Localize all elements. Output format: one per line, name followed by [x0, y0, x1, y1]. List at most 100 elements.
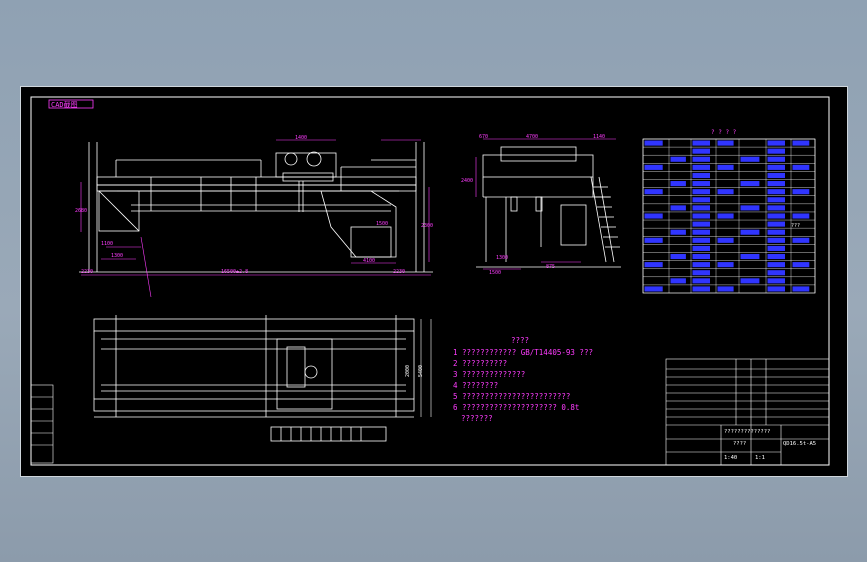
table-cell-fill [767, 229, 785, 235]
table-cell-fill [767, 221, 785, 227]
table-cell-fill [717, 213, 734, 219]
table-cell-fill [740, 205, 760, 211]
table-cell-fill [792, 237, 810, 243]
table-cell-fill [692, 197, 710, 203]
dim-label: 875 [546, 264, 555, 270]
table-cell-fill [717, 237, 734, 243]
dim-label: 2400 [461, 178, 473, 184]
table-cell-fill [792, 140, 810, 146]
table-cell-fill [717, 262, 734, 268]
table-cell-fill [692, 189, 710, 195]
table-cell-fill [767, 245, 785, 251]
table-cell-fill [692, 164, 710, 170]
title-sheet: 1:1 [755, 455, 765, 461]
dim-label: 1140 [593, 134, 605, 140]
table-cell-fill [767, 189, 785, 195]
table-cell-fill [740, 229, 760, 235]
table-cell-fill [644, 140, 663, 146]
table-cell-fill [767, 237, 785, 243]
table-cell-fill [644, 237, 663, 243]
table-cell-fill [692, 221, 710, 227]
table-cell-fill [644, 213, 663, 219]
table-cell-fill [670, 205, 686, 211]
table-cell-fill [717, 189, 734, 195]
technical-spec-table [642, 138, 816, 294]
cad-drawing: CAD截图 1400 16500±2.8 2230 2230 1500 4100… [30, 96, 830, 466]
table-cell-fill [644, 189, 663, 195]
table-cell-fill [670, 229, 686, 235]
table-cell-fill [644, 286, 663, 292]
table-cell-fill [692, 262, 710, 268]
table-cell-fill [792, 262, 810, 268]
table-cell-fill [692, 270, 710, 276]
title-part-no: ???? [733, 441, 746, 447]
table-cell-fill [692, 229, 710, 235]
table-cell-fill [692, 286, 710, 292]
table-note: ??? [791, 223, 800, 229]
table-cell-fill [767, 205, 785, 211]
table-cell-fill [692, 213, 710, 219]
dim-label: 2000 [405, 365, 411, 377]
table-cell-fill [644, 164, 663, 170]
dim-label: 2230 [81, 269, 93, 275]
table-cell-fill [767, 172, 785, 179]
side-elevation-view [476, 146, 621, 268]
table-cell-fill [717, 140, 734, 146]
table-cell-fill [792, 164, 810, 170]
table-cell-fill [767, 213, 785, 219]
table-cell-fill [792, 286, 810, 292]
note-line: 4 ???????? [453, 381, 498, 390]
drawing-sheet: CAD截图 1400 16500±2.8 2230 2230 1500 4100… [20, 86, 848, 477]
table-cell-fill [740, 278, 760, 284]
dim-label: 1500 [489, 270, 501, 276]
dim-label: 1300 [496, 255, 508, 261]
table-cell-fill [767, 156, 785, 162]
dim-label: 4100 [363, 258, 375, 264]
table-cell-fill [644, 262, 663, 268]
notes-title: ???? [511, 336, 529, 345]
plan-view [93, 315, 415, 442]
table-cell-fill [670, 181, 686, 187]
dim-label: 16500±2.8 [221, 269, 248, 275]
dim-label: 4700 [526, 134, 538, 140]
table-cell-fill [792, 213, 810, 219]
header-label: CAD截图 [51, 100, 78, 109]
note-line: 2 ?????????? [453, 359, 507, 368]
dim-label: 1400 [295, 135, 307, 141]
dim-label: 5400 [418, 365, 424, 377]
dim-label: 1100 [101, 241, 113, 247]
title-model: QD16.5t-A5 [783, 441, 816, 447]
table-cell-fill [767, 148, 785, 154]
table-cell-fill [692, 278, 710, 284]
table-cell-fill [767, 181, 785, 187]
dim-label: 1300 [111, 253, 123, 259]
table-cell-fill [792, 189, 810, 195]
title-scale: 1:40 [724, 455, 737, 461]
table-cell-fill [767, 278, 785, 284]
dim-label: 2300 [421, 223, 433, 229]
note-line: 1 ???????????? GB/T14405-93 ??? [453, 348, 593, 357]
dim-label: 2230 [393, 269, 405, 275]
table-cell-fill [740, 156, 760, 162]
front-elevation-view [79, 142, 433, 273]
table-cell-fill [692, 205, 710, 211]
table-cell-fill [670, 156, 686, 162]
revision-table [30, 384, 54, 464]
table-cell-fill [767, 286, 785, 292]
table-cell-fill [692, 237, 710, 243]
dim-label: 2680 [75, 208, 87, 214]
table-cell-fill [767, 262, 785, 268]
table-cell-fill [740, 181, 760, 187]
note-line: 3 ?????????????? [453, 370, 525, 379]
table-cell-fill [767, 140, 785, 146]
table-cell-fill [692, 148, 710, 154]
dim-label: 1500 [376, 221, 388, 227]
table-cell-fill [740, 253, 760, 260]
table-cell-fill [692, 253, 710, 260]
technical-notes: ???? 1 ???????????? GB/T14405-93 ??? 2 ?… [453, 336, 593, 423]
table-cell-fill [767, 164, 785, 170]
table-cell-fill [692, 245, 710, 251]
table-cell-fill [717, 164, 734, 170]
table-cell-fill [670, 253, 686, 260]
table-cell-fill [692, 140, 710, 146]
